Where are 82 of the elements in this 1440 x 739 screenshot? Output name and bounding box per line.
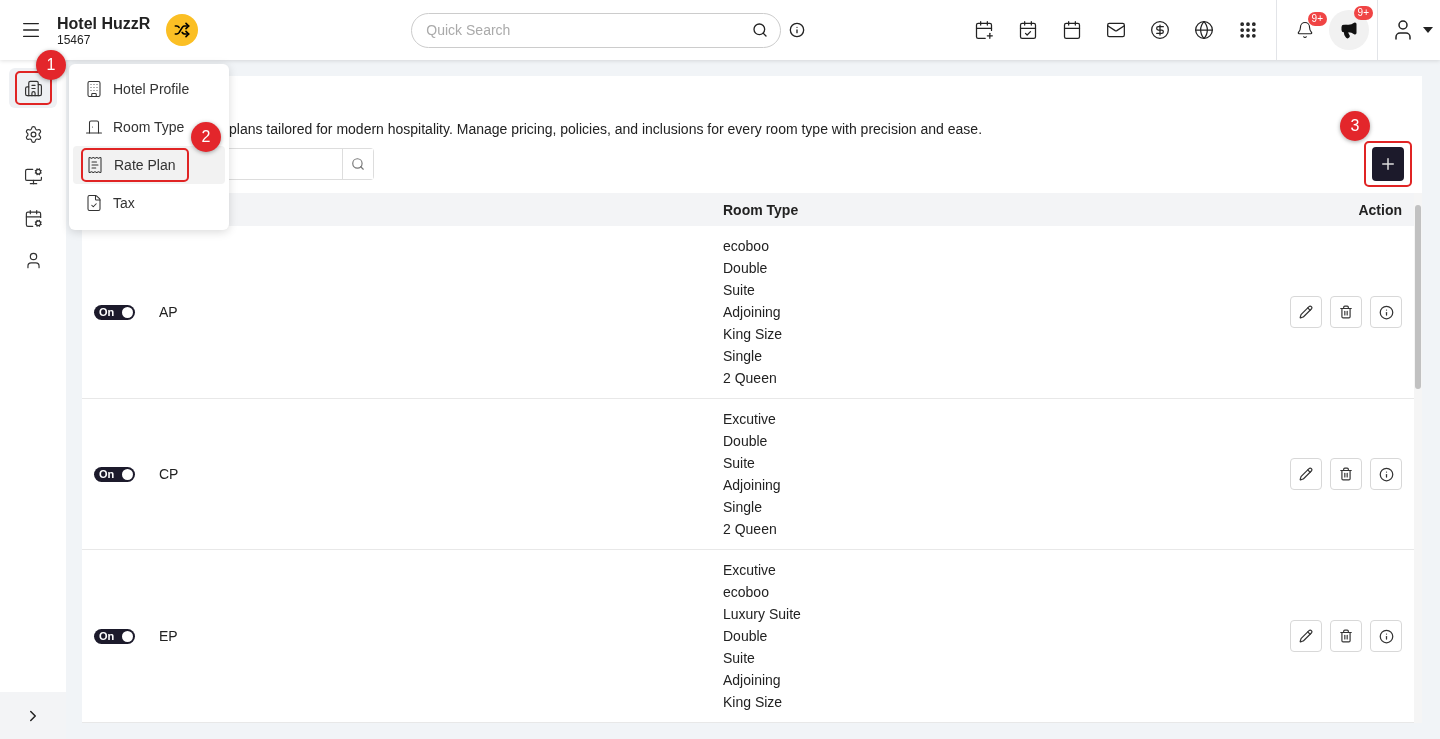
- rate-plan-cell-text: AP: [159, 304, 179, 320]
- plus-icon: [1379, 155, 1397, 173]
- dollar-icon: [1150, 20, 1170, 40]
- info-icon: [1378, 466, 1394, 482]
- status-toggle[interactable]: On: [94, 304, 135, 320]
- caret-icon: [1423, 27, 1433, 33]
- room-type-text: Suite: [723, 454, 756, 473]
- room-type-text: Single: [723, 498, 763, 517]
- status-toggle[interactable]: On: [94, 466, 135, 482]
- monitor-icon: [23, 166, 43, 186]
- shuffle-icon: [174, 22, 191, 38]
- room-type-text: King Size: [723, 325, 784, 344]
- room-type-text: Adjoining: [723, 671, 782, 690]
- room-type-text: ecoboo: [723, 583, 770, 602]
- switch-hotel-button[interactable]: [166, 14, 199, 46]
- hotel-code: 15467: [57, 32, 92, 47]
- room-type-text: Suite: [723, 281, 756, 300]
- document-icon: [85, 194, 103, 212]
- search-icon: [351, 157, 365, 171]
- add-button[interactable]: [1372, 147, 1404, 181]
- column-header: Room Type: [723, 201, 800, 218]
- pencil-icon: [1299, 467, 1313, 481]
- room-type-text: Double: [723, 432, 769, 451]
- search-field[interactable]: [229, 148, 374, 180]
- grid-icon: [1238, 20, 1258, 40]
- info-icon: [1378, 628, 1394, 644]
- status-toggle[interactable]: On: [94, 628, 135, 644]
- room-type-text: Excutive: [723, 561, 777, 580]
- megaphone-icon: [1340, 21, 1358, 39]
- room-type-text: ecoboo: [723, 237, 770, 256]
- hotel-name: Hotel HuzzR: [57, 13, 151, 33]
- trash-icon: [1339, 305, 1353, 319]
- building-icon: [23, 78, 43, 98]
- info-button[interactable]: [789, 22, 806, 38]
- step-marker: 2: [191, 122, 221, 152]
- mail-icon: [1106, 20, 1126, 40]
- column-header: Action: [1357, 201, 1402, 218]
- menu-item[interactable]: Hotel Profile: [73, 70, 225, 108]
- info-icon: [1378, 304, 1394, 320]
- room-type-text: Adjoining: [723, 476, 782, 495]
- trash-icon: [1339, 467, 1353, 481]
- room-type-text: Suite: [723, 649, 756, 668]
- room-type-text: 2 Queen: [723, 369, 778, 388]
- pencil-icon: [1299, 305, 1313, 319]
- menu-item[interactable]: Tax: [73, 184, 225, 222]
- calendar-plus-icon: [974, 20, 994, 40]
- room-type-text: 2 Queen: [723, 520, 778, 539]
- pencil-icon: [1299, 629, 1313, 643]
- door-icon: [85, 118, 103, 136]
- announcement-badge: 9+: [1353, 6, 1373, 20]
- calendar-icon: [1062, 20, 1082, 40]
- trash-icon: [1339, 629, 1353, 643]
- step-marker: 3: [1340, 111, 1370, 141]
- scrollbar[interactable]: [1414, 193, 1422, 723]
- search-input[interactable]: Quick Search: [424, 13, 753, 47]
- notifications-button[interactable]: 9+: [1283, 10, 1327, 50]
- room-type-text: Adjoining: [723, 303, 782, 322]
- delete-button[interactable]: [1330, 296, 1362, 328]
- building-icon: [85, 80, 103, 98]
- settings-icon: [23, 124, 43, 144]
- receipt-icon: [86, 156, 104, 174]
- room-type-text: Double: [723, 627, 769, 646]
- room-type-text: Double: [723, 259, 769, 278]
- delete-button[interactable]: [1330, 458, 1362, 490]
- edit-button[interactable]: [1290, 458, 1322, 490]
- edit-button[interactable]: [1290, 296, 1322, 328]
- room-type-text: King Size: [723, 693, 784, 712]
- delete-button[interactable]: [1330, 620, 1362, 652]
- rate-plan-cell-text: CP: [159, 466, 180, 482]
- page-description: plans tailored for modern hospitality. Manage pricing, policies, and inclusions for every room type with precision and ease.: [229, 120, 983, 138]
- room-type-text: Luxury Suite: [723, 605, 802, 624]
- room-type-text: Excutive: [723, 410, 777, 429]
- calendar-check-icon: [1018, 20, 1038, 40]
- room-type-text: Single: [723, 347, 763, 366]
- search-icon: [752, 22, 769, 38]
- bell-icon: [1296, 21, 1314, 39]
- info-icon: [789, 22, 806, 38]
- globe-icon: [1194, 20, 1214, 40]
- rate-plan-cell-text: EP: [159, 628, 179, 644]
- notification-badge: 9+: [1307, 12, 1327, 26]
- calendar-icon: [23, 208, 43, 228]
- edit-button[interactable]: [1290, 620, 1322, 652]
